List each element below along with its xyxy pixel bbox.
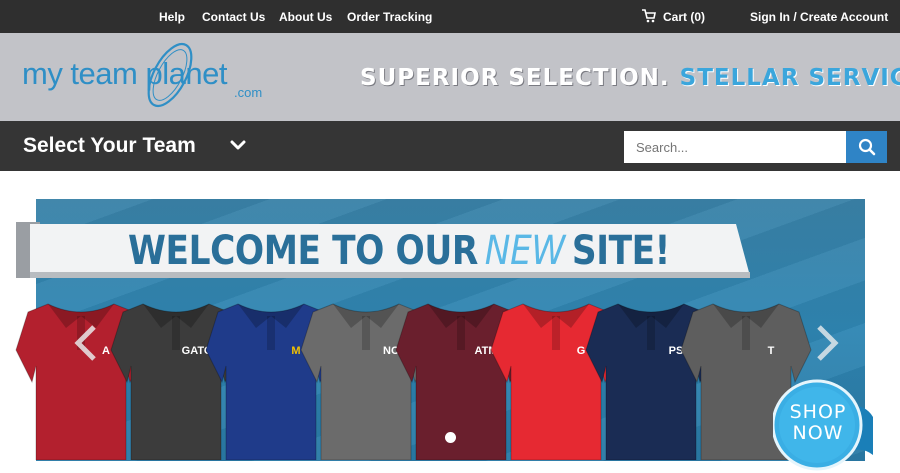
sign-in-link[interactable]: Sign In / Create Account — [750, 10, 888, 24]
contact-us-link[interactable]: Contact Us — [202, 10, 265, 24]
top-utility-bar: Help Contact Us About Us Order Tracking … — [0, 0, 900, 33]
header-banner: my team planet .com SUPERIOR SELECTION. S… — [0, 33, 900, 121]
cart-icon[interactable] — [642, 9, 656, 23]
banner-after: SITE! — [571, 228, 671, 274]
shop-now-line1: SHOP — [789, 401, 847, 423]
carousel-prev-arrow[interactable] — [72, 325, 98, 361]
chevron-down-icon[interactable] — [230, 140, 246, 152]
shop-now-text[interactable]: SHOP NOW — [783, 402, 853, 444]
order-tracking-link[interactable]: Order Tracking — [347, 10, 432, 24]
logo-wordmark: my team planet — [22, 56, 227, 91]
carousel-dot[interactable] — [445, 432, 456, 443]
tagline-part2: STELLAR SERVICE. — [679, 65, 900, 91]
cart-link[interactable]: Cart (0) — [663, 10, 705, 24]
welcome-banner-text: WELCOME TO OUR NEW SITE! — [128, 228, 670, 274]
team-logo: T — [768, 345, 775, 357]
about-us-link[interactable]: About Us — [279, 10, 332, 24]
banner-before: WELCOME TO OUR — [128, 228, 478, 274]
carousel-next-arrow[interactable] — [815, 325, 841, 361]
team-logo: A — [102, 345, 110, 357]
help-link[interactable]: Help — [159, 10, 185, 24]
search-button[interactable] — [846, 131, 887, 163]
banner-new: NEW — [484, 228, 566, 274]
search-input[interactable] — [624, 131, 846, 163]
team-logo: M — [291, 345, 300, 357]
team-search-bar: Select Your Team — [0, 121, 900, 171]
tagline: SUPERIOR SELECTION. STELLAR SERVICE. — [360, 65, 900, 91]
team-logo: G — [577, 345, 586, 357]
site-logo[interactable]: my team planet .com — [22, 38, 282, 113]
logo-suffix: .com — [234, 85, 263, 100]
search-icon — [858, 138, 875, 156]
shop-now-line2: NOW — [792, 422, 844, 444]
select-team-dropdown[interactable]: Select Your Team — [23, 134, 196, 158]
tagline-part1: SUPERIOR SELECTION. — [360, 65, 670, 91]
